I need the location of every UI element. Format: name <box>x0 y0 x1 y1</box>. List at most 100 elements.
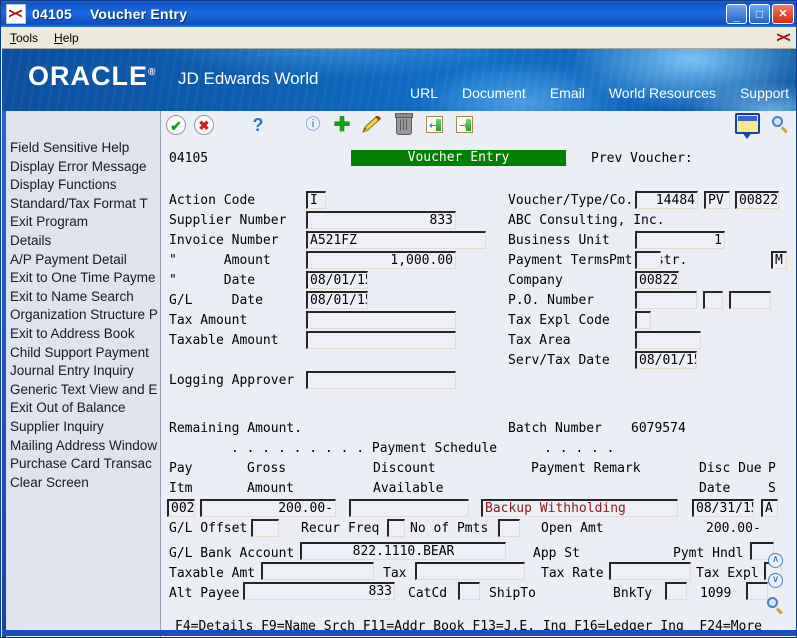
tax-expl-label: Tax Expl <box>696 566 759 581</box>
product-name: JD Edwards World <box>178 69 318 89</box>
edit-pencil-icon[interactable] <box>361 116 381 134</box>
business-unit-label: Business Unit <box>508 233 610 248</box>
catcd-input[interactable] <box>458 582 480 600</box>
accept-check-icon[interactable]: ✔ <box>166 115 186 135</box>
search-magnifier-icon[interactable] <box>772 116 790 134</box>
sidebar-item-display-error-message[interactable]: Display Error Message <box>10 158 160 177</box>
tax-amount-input[interactable] <box>306 311 456 329</box>
ten99-input[interactable] <box>746 582 768 600</box>
payment-terms-label: Payment Terms <box>508 253 610 268</box>
invoice-number-input[interactable]: A521FZ <box>306 231 486 249</box>
tax-input[interactable] <box>415 562 525 580</box>
maximize-button[interactable]: □ <box>749 4 770 24</box>
sidebar-item-field-sensitive-help[interactable]: Field Sensitive Help <box>10 139 160 158</box>
sidebar-item-details[interactable]: Details <box>10 232 160 251</box>
payment-schedule-banner: . . . . . . . . . Payment Schedule . . .… <box>231 441 615 456</box>
pmt-instr-input[interactable]: M <box>771 251 787 269</box>
menu-help[interactable]: Help <box>46 29 87 47</box>
po-number-input[interactable] <box>635 291 697 309</box>
invoice-amount-input[interactable]: 1,000.00 <box>306 251 456 269</box>
open-amt-label: Open Amt <box>541 521 604 536</box>
note-balloon-icon[interactable] <box>735 113 760 134</box>
taxable-amt-label: Taxable Amt <box>169 566 255 581</box>
payment-terms-input[interactable] <box>635 251 661 269</box>
company-input[interactable]: 00822 <box>635 271 679 289</box>
scroll-down-icon[interactable]: ∨ <box>768 573 783 588</box>
sidebar-item-supplier-inquiry[interactable]: Supplier Inquiry <box>10 418 160 437</box>
gl-offset-input[interactable] <box>251 519 279 537</box>
tax-area-input[interactable] <box>635 331 701 349</box>
grid-pay-status-input[interactable]: A <box>761 499 778 517</box>
grid-pay-itm-input[interactable]: 002 <box>167 499 195 517</box>
bnkty-input[interactable] <box>665 582 687 600</box>
po-number-input-2[interactable] <box>703 291 723 309</box>
invoice-date-input[interactable]: 08/01/15 <box>306 271 368 289</box>
alt-payee-input[interactable]: 833 <box>243 582 395 600</box>
recur-freq-label: Recur Freq <box>301 521 379 536</box>
sidebar-item-standard-tax-format[interactable]: Standard/Tax Format T <box>10 195 160 214</box>
gl-date-label: G/L Date <box>169 293 263 308</box>
recur-freq-input[interactable] <box>387 519 405 537</box>
po-number-input-3[interactable] <box>729 291 771 309</box>
info-icon[interactable]: ⓘ <box>303 115 323 135</box>
sidebar-item-display-functions[interactable]: Display Functions <box>10 176 160 195</box>
banner-link-support[interactable]: Support <box>740 85 789 101</box>
action-code-input[interactable]: I <box>306 191 326 209</box>
grid-discount-available-input[interactable] <box>349 499 469 517</box>
gl-offset-label: G/L Offset <box>169 521 247 536</box>
banner-link-url[interactable]: URL <box>410 85 438 101</box>
minimize-icon: _ <box>727 5 746 27</box>
sidebar-item-generic-text-view[interactable]: Generic Text View and E <box>10 381 160 400</box>
grid-gross-amount-input[interactable]: 200.00- <box>200 499 336 517</box>
sidebar-item-exit-one-time-payment[interactable]: Exit to One Time Payme <box>10 269 160 288</box>
tax-rate-input[interactable] <box>609 562 691 580</box>
close-button[interactable]: ✕ <box>772 4 794 24</box>
banner-link-document[interactable]: Document <box>462 85 526 101</box>
business-unit-input[interactable]: 1 <box>635 231 725 249</box>
sidebar-item-journal-entry-inquiry[interactable]: Journal Entry Inquiry <box>10 362 160 381</box>
banner-link-email[interactable]: Email <box>550 85 585 101</box>
menu-tools[interactable]: Tools <box>2 29 46 47</box>
gl-date-input[interactable]: 08/01/15 <box>306 291 368 309</box>
col-header-itm: Itm <box>169 481 192 496</box>
voucher-company-input[interactable]: 00822 <box>735 191 779 209</box>
sidebar-item-purchase-card-transaction[interactable]: Purchase Card Transac <box>10 455 160 474</box>
app-st-label: App St <box>533 546 580 561</box>
sidebar-item-exit-address-book[interactable]: Exit to Address Book <box>10 325 160 344</box>
banner-link-world-resources[interactable]: World Resources <box>609 85 716 101</box>
gl-bank-account-input[interactable]: 822.1110.BEAR <box>300 542 506 560</box>
tax-expl-code-input[interactable] <box>635 311 651 329</box>
program-id: 04105 <box>169 151 208 166</box>
taxable-amt-input[interactable] <box>261 562 374 580</box>
sidebar-item-exit-name-search[interactable]: Exit to Name Search <box>10 288 160 307</box>
delete-trash-icon[interactable] <box>396 116 412 135</box>
voucher-type-input[interactable]: PV <box>704 191 730 209</box>
help-question-icon[interactable]: ? <box>248 115 268 135</box>
voucher-number-input[interactable]: 14484 <box>635 191 698 209</box>
supplier-number-input[interactable]: 833 <box>306 211 456 229</box>
import-document-icon[interactable]: ← <box>426 116 443 133</box>
scroll-up-icon[interactable]: ∧ <box>768 553 783 568</box>
menubar: Tools Help <box>2 27 797 49</box>
serv-tax-date-input[interactable]: 08/01/15 <box>635 351 697 369</box>
sidebar-item-organization-structure[interactable]: Organization Structure P <box>10 306 160 325</box>
sidebar-item-ap-payment-detail[interactable]: A/P Payment Detail <box>10 251 160 270</box>
taxable-amount-input[interactable] <box>306 331 456 349</box>
logging-approver-input[interactable] <box>306 371 456 389</box>
sidebar-item-exit-out-of-balance[interactable]: Exit Out of Balance <box>10 399 160 418</box>
bnkty-label: BnkTy <box>613 586 652 601</box>
row-search-magnifier-icon[interactable] <box>767 597 785 615</box>
grid-payment-remark-input[interactable]: Backup Withholding <box>481 499 678 517</box>
cancel-x-icon[interactable]: ✖ <box>194 115 214 135</box>
sidebar-item-mailing-address-window[interactable]: Mailing Address Window <box>10 437 160 456</box>
sidebar-item-clear-screen[interactable]: Clear Screen <box>10 474 160 493</box>
grid-disc-due-date-input[interactable]: 08/31/15 <box>692 499 754 517</box>
col-header-available: Available <box>373 481 443 496</box>
add-plus-icon[interactable]: ✚ <box>332 115 352 135</box>
sidebar-item-exit-program[interactable]: Exit Program <box>10 213 160 232</box>
minimize-button[interactable]: _ <box>726 4 747 24</box>
open-amt-value: 200.00- <box>706 521 761 536</box>
export-document-icon[interactable]: → <box>456 116 473 133</box>
sidebar-item-child-support-payment[interactable]: Child Support Payment <box>10 344 160 363</box>
no-of-pmts-input[interactable] <box>498 519 520 537</box>
